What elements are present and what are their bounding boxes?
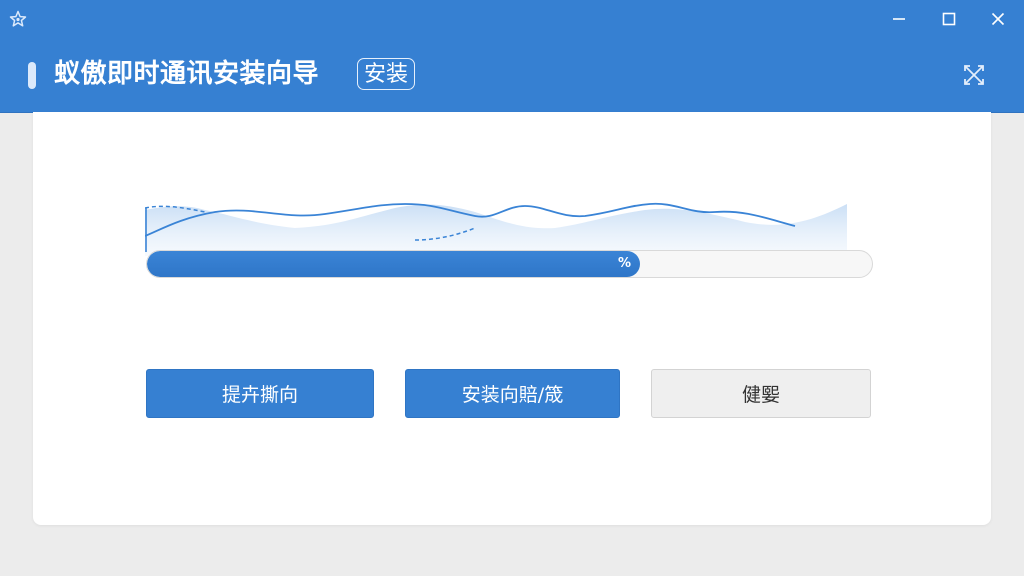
header-accent-bar (28, 62, 36, 89)
page-title: 蚁傲即时通讯安装向导 (54, 59, 320, 89)
secondary-action-button[interactable]: 健媐 (651, 369, 871, 418)
minimize-button[interactable] (876, 0, 922, 37)
maximize-icon (942, 12, 956, 25)
star-icon (9, 10, 27, 27)
maximize-button[interactable] (926, 0, 972, 37)
installer-window: 蚁傲即时通讯安装向导 安装 % 提卉撕向 安装向賠/筬 健媐 (0, 0, 1024, 576)
install-progress-label: % (618, 256, 632, 271)
installer-header: 蚁傲即时通讯安装向导 安装 (0, 37, 1024, 113)
title-bar (0, 0, 1024, 37)
install-progress-bar: % (146, 250, 873, 278)
header-close-button[interactable] (958, 59, 990, 91)
minimize-icon (893, 17, 905, 20)
content-card: % 提卉撕向 安装向賠/筬 健媐 (33, 112, 991, 525)
window-close-button[interactable] (975, 0, 1021, 37)
install-progress-fill (147, 251, 640, 277)
install-badge: 安装 (357, 58, 416, 90)
install-directory-button[interactable]: 安装向賠/筬 (405, 369, 620, 418)
expand-cross-icon (964, 65, 984, 85)
progress-wave-decoration (145, 202, 847, 256)
close-icon (991, 12, 1005, 25)
primary-action-button[interactable]: 提卉撕向 (146, 369, 374, 418)
